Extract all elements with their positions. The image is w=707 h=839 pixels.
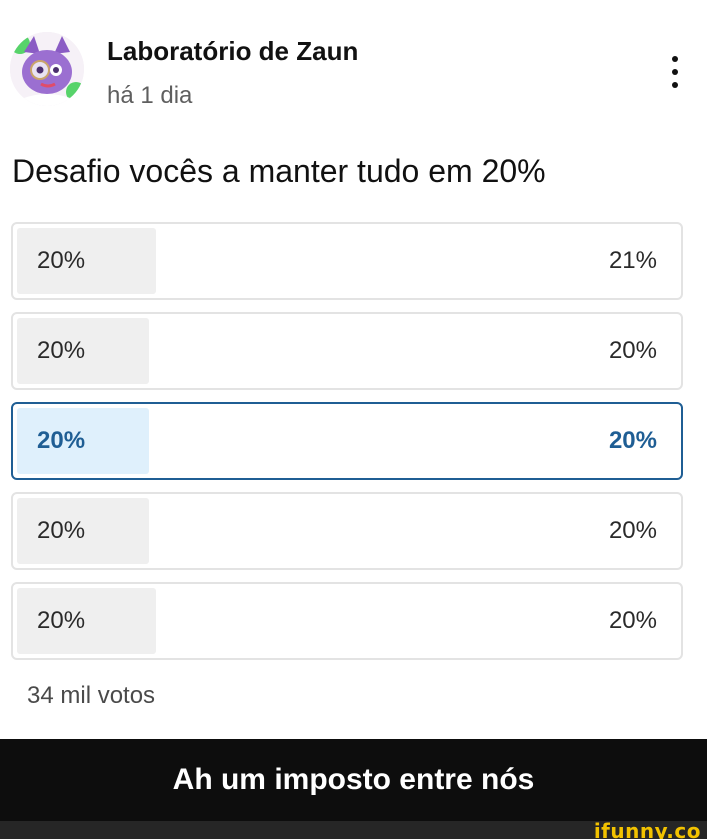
more-dot (672, 56, 678, 62)
post-timestamp: há 1 dia (107, 82, 193, 109)
poll-option-percent: 20% (608, 607, 657, 634)
avatar-cartoon-cat-icon (10, 32, 84, 106)
channel-name[interactable]: Laboratório de Zaun (107, 36, 358, 67)
vote-count: 34 mil votos (27, 682, 156, 709)
poll-option-label: 20% (37, 247, 86, 274)
more-dot (672, 69, 678, 75)
poll-option-percent: 20% (608, 427, 657, 454)
poll-option-label: 20% (37, 607, 86, 634)
watermark-bar: ifunny.co (0, 819, 707, 839)
poll-option-percent: 20% (608, 517, 657, 544)
poll-option-1[interactable]: 20% 21% (11, 222, 683, 300)
ifunny-watermark: ifunny.co (593, 819, 701, 839)
poll-option-percent: 21% (608, 247, 657, 274)
channel-avatar[interactable] (10, 32, 84, 106)
poll-option-percent: 20% (608, 337, 657, 364)
more-vertical-icon[interactable] (660, 52, 690, 92)
poll-option-label: 20% (37, 427, 86, 454)
poll-option-5[interactable]: 20% 20% (11, 582, 683, 660)
poll-option-label: 20% (37, 517, 86, 544)
poll-option-4[interactable]: 20% 20% (11, 492, 683, 570)
meme-caption: Ah um imposto entre nós (172, 763, 535, 796)
poll-option-2[interactable]: 20% 20% (11, 312, 683, 390)
poll-option-label: 20% (37, 337, 86, 364)
meme-caption-bar: Ah um imposto entre nós (0, 739, 707, 821)
poll-option-3[interactable]: 20% 20% (11, 402, 683, 480)
more-dot (672, 82, 678, 88)
post-header: Laboratório de Zaun há 1 dia (0, 0, 707, 130)
poll-options: 20% 21% 20% 20% 20% 20% 20% 20% 20% 20% (11, 222, 683, 672)
poll-question: Desafio vocês a manter tudo em 20% (12, 153, 546, 189)
